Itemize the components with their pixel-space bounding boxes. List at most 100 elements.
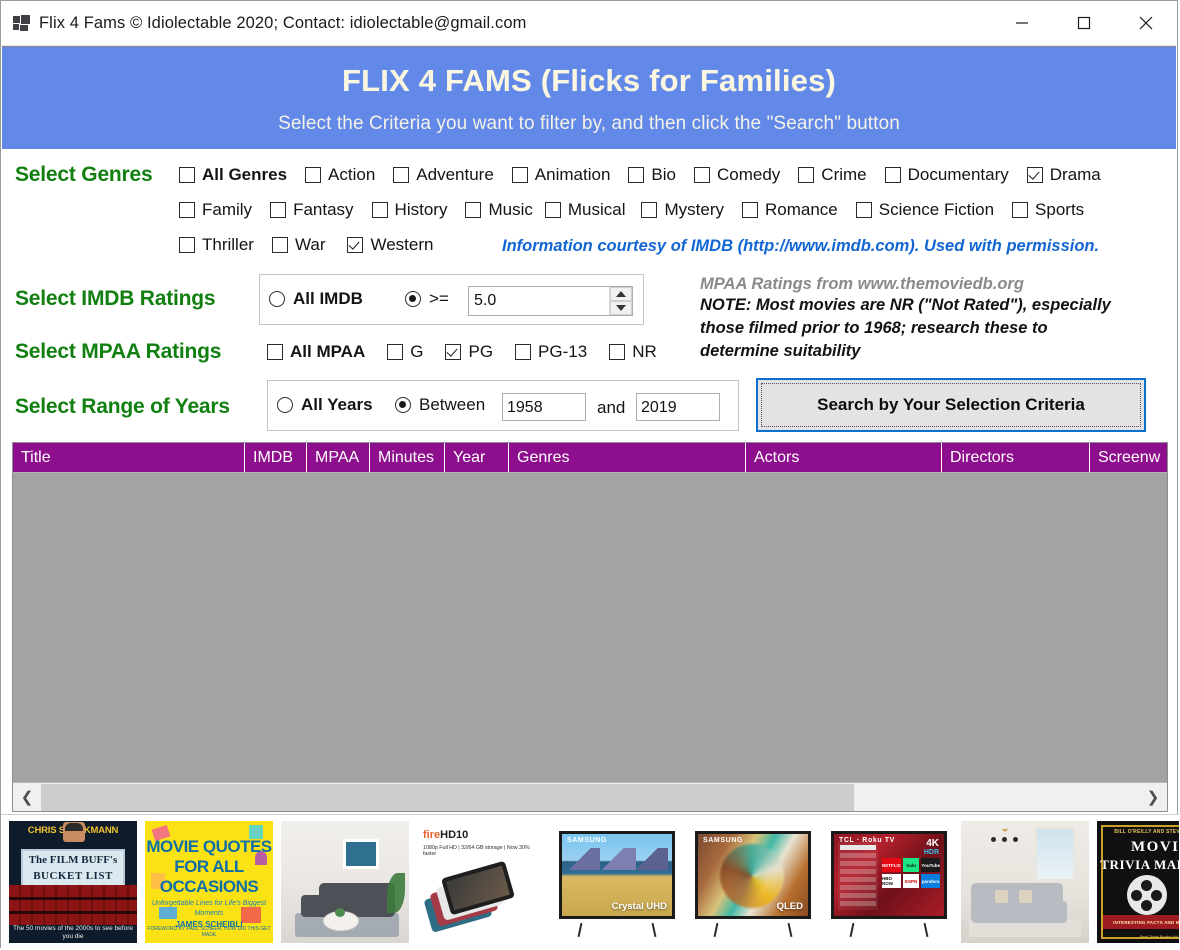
ad-film-buff-bucket-list[interactable]: CHRIS STUCKMANN The FILM BUFF's BUCKET L…: [9, 821, 137, 943]
checkbox-war[interactable]: War: [271, 235, 326, 255]
tv-legs: [553, 922, 681, 938]
search-button[interactable]: Search by Your Selection Criteria: [756, 378, 1146, 432]
checkbox-box: [270, 202, 287, 218]
search-button-label: Search by Your Selection Criteria: [761, 383, 1141, 427]
ad-title-line-1: MOVIE: [1131, 839, 1179, 855]
column-header-directors[interactable]: Directors: [942, 443, 1090, 472]
ad-samsung-crystal-uhd-tv[interactable]: SAMSUNG Crystal UHD: [553, 821, 681, 943]
checkbox-box: [271, 237, 288, 253]
couch-shape: [971, 883, 1067, 923]
checkbox-family[interactable]: Family: [179, 200, 252, 220]
close-button[interactable]: [1115, 1, 1177, 44]
checkbox-mpaa-nr[interactable]: NR: [609, 342, 657, 362]
column-header-title[interactable]: Title: [13, 443, 245, 472]
checkbox-science-fiction[interactable]: Science Fiction: [855, 200, 995, 220]
column-header-genres[interactable]: Genres: [509, 443, 746, 472]
checkbox-label: Action: [328, 165, 376, 184]
column-header-actors[interactable]: Actors: [746, 443, 942, 472]
checkbox-drama[interactable]: Drama: [1026, 165, 1101, 185]
horizontal-scrollbar[interactable]: ❮ ❯: [13, 782, 1167, 811]
radio-circle: [277, 397, 293, 413]
radio-all-imdb[interactable]: All IMDB: [269, 289, 363, 309]
column-header-screenwriters[interactable]: Screenw: [1090, 443, 1167, 472]
grid-header-row: Title IMDB MPAA Minutes Year Genres Acto…: [13, 443, 1167, 473]
checkbox-crime[interactable]: Crime: [798, 165, 867, 185]
checkbox-music[interactable]: Music: [465, 200, 533, 220]
ad-title-line-2: TRIVIA MADNESS: [1100, 857, 1179, 872]
checkbox-musical[interactable]: Musical: [544, 200, 625, 220]
ad-living-room-sectional[interactable]: [281, 821, 409, 943]
abstract-swirl-graphic: [720, 844, 784, 908]
checkbox-mystery[interactable]: Mystery: [641, 200, 724, 220]
ad-movie-trivia-madness[interactable]: BILL O'REILLY AND STEVE MURRAY MOVIE TRI…: [1097, 821, 1179, 943]
mpaa-section-label: Select MPAA Ratings: [15, 340, 222, 363]
checkbox-label: Science Fiction: [878, 200, 995, 219]
ad-title-line-1: The FILM BUFF's: [28, 854, 118, 866]
checkbox-label: War: [294, 235, 326, 254]
window-graphic: [1035, 827, 1075, 881]
checkbox-label: Adventure: [416, 165, 494, 184]
radio-circle: [269, 291, 285, 307]
tv-screen: SAMSUNG Crystal UHD: [562, 834, 672, 916]
chevron-left-icon[interactable]: ❮: [13, 783, 41, 811]
radio-label: Between: [419, 395, 486, 414]
checkbox-adventure[interactable]: Adventure: [393, 165, 494, 185]
radio-all-years[interactable]: All Years: [277, 395, 373, 415]
years-section-label: Select Range of Years: [15, 395, 230, 418]
year-from-input[interactable]: 1958: [502, 393, 586, 421]
checkbox-all-genres[interactable]: All Genres: [179, 165, 287, 185]
checkbox-documentary[interactable]: Documentary: [884, 165, 1009, 185]
checkbox-fantasy[interactable]: Fantasy: [270, 200, 354, 220]
scrollbar-track[interactable]: [41, 783, 1139, 811]
checkbox-comedy[interactable]: Comedy: [693, 165, 780, 185]
maximize-button[interactable]: [1053, 1, 1115, 44]
imdb-rating-value[interactable]: 5.0: [469, 287, 609, 315]
ad-samsung-qled-tv[interactable]: SAMSUNG QLED: [689, 821, 817, 943]
ad-title-line-1: MOVIE QUOTES: [146, 837, 272, 856]
checkbox-animation[interactable]: Animation: [511, 165, 610, 185]
checkbox-sports[interactable]: Sports: [1012, 200, 1084, 220]
espn-tile: ESPN: [902, 874, 920, 888]
checkbox-western[interactable]: Western: [347, 235, 433, 255]
film-reel-icon: [1127, 875, 1167, 915]
checkbox-thriller[interactable]: Thriller: [179, 235, 254, 255]
ad-grey-sectional-couch[interactable]: [961, 821, 1089, 943]
checkbox-label: NR: [632, 342, 657, 361]
imdb-rating-spinner[interactable]: 5.0: [468, 286, 633, 316]
year-to-input[interactable]: 2019: [636, 393, 720, 421]
checkbox-box: [641, 202, 658, 218]
checkbox-mpaa-pg13[interactable]: PG-13: [515, 342, 587, 362]
application-window: Flix 4 Fams © Idiolectable 2020; Contact…: [0, 0, 1179, 949]
checkbox-action[interactable]: Action: [305, 165, 375, 185]
ad-theater-seats: [9, 885, 137, 925]
checkbox-romance[interactable]: Romance: [741, 200, 838, 220]
ad-fire-hd10-tablet[interactable]: fireHD10 1080p Full HD | 32/64 GB storag…: [417, 821, 545, 943]
ad-tcl-roku-tv[interactable]: TCL · Roku TV 4K HDR NETFLIX hulu YouTub…: [825, 821, 953, 943]
checkbox-mpaa-g[interactable]: G: [387, 342, 423, 362]
banner-subtitle: Select the Criteria you want to filter b…: [278, 113, 900, 134]
scrollbar-thumb[interactable]: [41, 783, 854, 811]
checkbox-box: [693, 167, 710, 183]
column-header-year[interactable]: Year: [445, 443, 509, 472]
spinner-up-button[interactable]: [610, 287, 632, 301]
spinner-down-button[interactable]: [610, 301, 632, 315]
checkbox-label: Music: [488, 200, 533, 219]
mpaa-note-line-1: NOTE: Most movies are NR ("Not Rated"), …: [700, 296, 1111, 314]
checkbox-box: [855, 202, 872, 218]
badge-4k: 4K: [926, 838, 939, 849]
checkbox-bio[interactable]: Bio: [628, 165, 676, 185]
pillow-shape: [1019, 890, 1032, 903]
checkbox-all-mpaa[interactable]: All MPAA: [267, 342, 365, 362]
chevron-right-icon[interactable]: ❯: [1139, 783, 1167, 811]
ad-movie-quotes-book[interactable]: MOVIE QUOTES FOR ALL OCCASIONS Unforgett…: [145, 821, 273, 943]
checkbox-history[interactable]: History: [371, 200, 447, 220]
checkbox-box: [515, 344, 532, 360]
radio-imdb-gte[interactable]: >=: [405, 289, 449, 309]
checkbox-mpaa-pg[interactable]: PG: [445, 342, 493, 362]
column-header-mpaa[interactable]: MPAA: [307, 443, 370, 472]
column-header-imdb[interactable]: IMDB: [245, 443, 307, 472]
radio-between-years[interactable]: Between: [395, 395, 485, 415]
minimize-button[interactable]: [991, 1, 1053, 44]
column-header-minutes[interactable]: Minutes: [370, 443, 445, 472]
checkbox-box: [371, 202, 388, 218]
